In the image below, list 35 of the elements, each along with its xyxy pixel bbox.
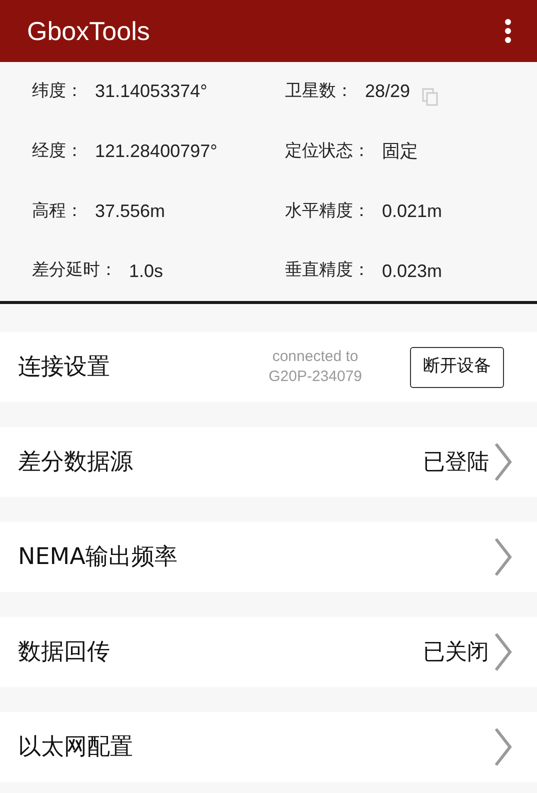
row-title: 差分数据源 [18,448,134,477]
row-title: 连接设置 [18,352,111,382]
status-value: 37.556m [95,200,166,223]
settings-row[interactable]: NEMA输出频率 [0,522,537,592]
chevron-right-icon [493,632,513,672]
row-title: 以太网配置 [18,732,134,762]
connection-status: G20P-234079 [268,367,362,387]
row-value: 已关闭 [423,638,489,666]
status-value: 121.28400797° [95,140,218,164]
status-value: 0.021m [382,200,442,223]
status-value: 1.0s [129,260,164,283]
disconnect-button[interactable]: 断开设备 [410,346,504,388]
status-value: 0.023m [382,260,442,283]
settings-row[interactable]: 以太网配置 [0,712,537,782]
status-label: 卫星数： [285,80,353,104]
row-title: NEMA输出频率 [18,542,178,572]
settings-row[interactable]: 差分数据源 已登陆 [0,427,537,497]
chevron-right-icon [493,537,513,577]
row-title: 数据回传 [18,638,111,667]
status-label: 高程： [32,200,83,223]
status-label: 水平精度： [285,200,370,223]
status-label: 垂直精度： [285,259,370,282]
status-label: 差分延时： [32,259,117,282]
settings-row[interactable]: 数据回传 已关闭 [0,617,537,687]
status-label: 定位状态： [285,140,370,163]
status-value: 28/29 [365,80,410,104]
app-title: GboxTools [27,14,150,48]
connection-status: connected to [272,347,358,367]
chevron-right-icon [493,442,513,482]
status-value: 固定 [382,140,418,164]
status-label: 经度： [32,140,83,163]
status-label: 纬度： [32,80,83,104]
row-value: 已登陆 [423,448,489,476]
status-value: 31.14053374° [95,80,208,104]
chevron-right-icon [493,727,513,767]
